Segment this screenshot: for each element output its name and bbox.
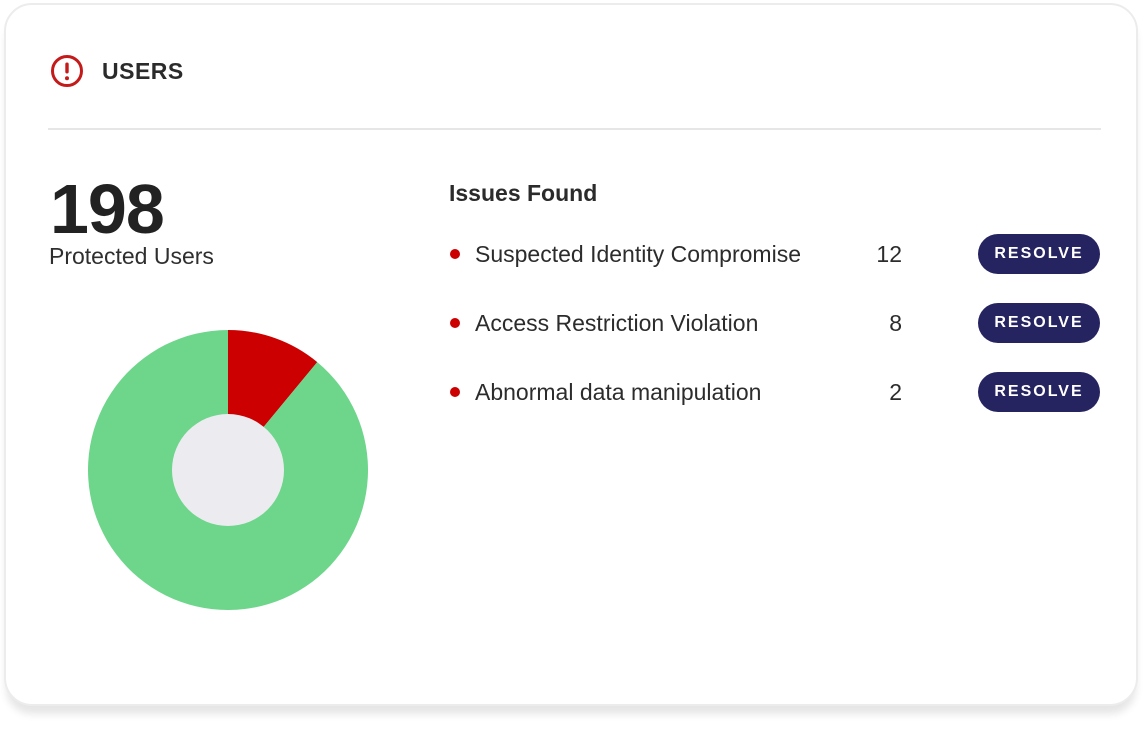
issue-status-dot [450, 387, 460, 397]
donut-hole [172, 414, 284, 526]
card-header: USERS [50, 53, 184, 89]
issue-count: 8 [889, 310, 902, 336]
resolve-button[interactable]: RESOLVE [978, 234, 1100, 274]
issue-count: 2 [889, 379, 902, 405]
protected-users-count: 198 [50, 170, 165, 248]
issue-row: Abnormal data manipulation 2 RESOLVE [446, 371, 1102, 415]
issue-label: Suspected Identity Compromise [475, 241, 801, 267]
header-divider [48, 128, 1101, 130]
issue-row: Access Restriction Violation 8 RESOLVE [446, 302, 1102, 346]
issue-row: Suspected Identity Compromise 12 RESOLVE [446, 233, 1102, 277]
resolve-button[interactable]: RESOLVE [978, 303, 1100, 343]
issues-found-title: Issues Found [449, 180, 598, 206]
issue-status-dot [450, 318, 460, 328]
users-donut-chart [88, 330, 368, 610]
resolve-button[interactable]: RESOLVE [978, 372, 1100, 412]
issue-status-dot [450, 249, 460, 259]
issue-label: Abnormal data manipulation [475, 379, 762, 405]
protected-users-label: Protected Users [49, 243, 214, 269]
users-card: USERS 198 Protected Users Issues Found S… [4, 3, 1138, 706]
alert-circle-icon [50, 54, 84, 88]
issue-label: Access Restriction Violation [475, 310, 759, 336]
card-title: USERS [102, 57, 184, 84]
issue-count: 12 [876, 241, 902, 267]
